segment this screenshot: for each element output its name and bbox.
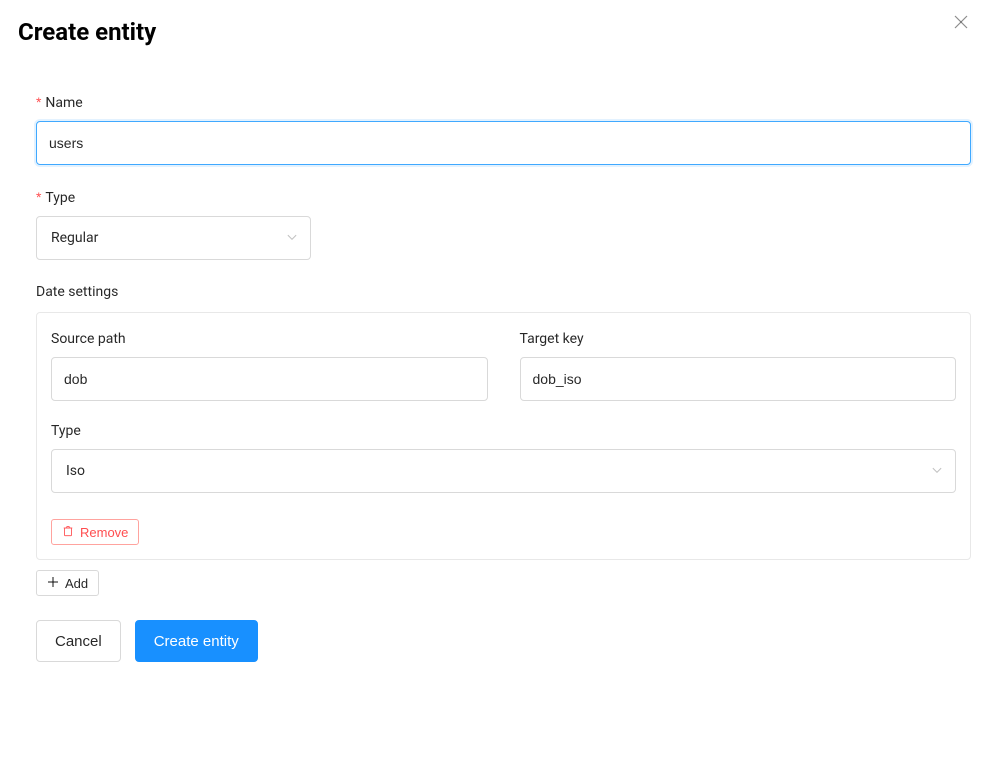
add-button[interactable]: Add bbox=[36, 570, 99, 596]
add-button-label: Add bbox=[65, 576, 88, 591]
date-settings-heading: Date settings bbox=[36, 284, 971, 300]
source-path-input[interactable] bbox=[51, 357, 488, 401]
trash-icon bbox=[62, 525, 74, 540]
close-icon bbox=[954, 15, 968, 33]
submit-button[interactable]: Create entity bbox=[135, 620, 258, 662]
chevron-down-icon bbox=[931, 465, 943, 477]
remove-button-label: Remove bbox=[80, 525, 128, 540]
source-path-group: Source path bbox=[51, 331, 488, 401]
cancel-button-label: Cancel bbox=[55, 633, 102, 650]
source-path-label: Source path bbox=[51, 331, 488, 347]
date-type-group: Type Iso bbox=[51, 423, 956, 493]
cancel-button[interactable]: Cancel bbox=[36, 620, 121, 662]
type-label: Type bbox=[36, 189, 971, 206]
date-type-select-value: Iso bbox=[66, 463, 85, 479]
date-setting-item: Source path Target key Type Iso bbox=[36, 312, 971, 560]
name-input[interactable] bbox=[36, 121, 971, 165]
target-key-group: Target key bbox=[520, 331, 957, 401]
target-key-label: Target key bbox=[520, 331, 957, 347]
name-field-group: Name bbox=[36, 94, 971, 165]
date-setting-row: Source path Target key bbox=[51, 331, 956, 401]
dialog-title: Create entity bbox=[18, 18, 971, 46]
remove-button[interactable]: Remove bbox=[51, 519, 139, 545]
submit-button-label: Create entity bbox=[154, 633, 239, 650]
date-type-label: Type bbox=[51, 423, 956, 439]
date-settings-group: Date settings Source path Target key Typ… bbox=[36, 284, 971, 596]
chevron-down-icon bbox=[286, 232, 298, 244]
name-label: Name bbox=[36, 94, 971, 111]
plus-icon bbox=[47, 576, 59, 591]
date-type-select[interactable]: Iso bbox=[51, 449, 956, 493]
create-entity-dialog: Create entity Name Type Regular Date set… bbox=[0, 0, 989, 680]
target-key-input[interactable] bbox=[520, 357, 957, 401]
dialog-footer: Cancel Create entity bbox=[36, 620, 971, 662]
type-select[interactable]: Regular bbox=[36, 216, 311, 260]
type-select-value: Regular bbox=[51, 230, 98, 246]
entity-form: Name Type Regular Date settings Source p… bbox=[18, 94, 971, 662]
type-field-group: Type Regular bbox=[36, 189, 971, 260]
close-button[interactable] bbox=[951, 14, 971, 34]
